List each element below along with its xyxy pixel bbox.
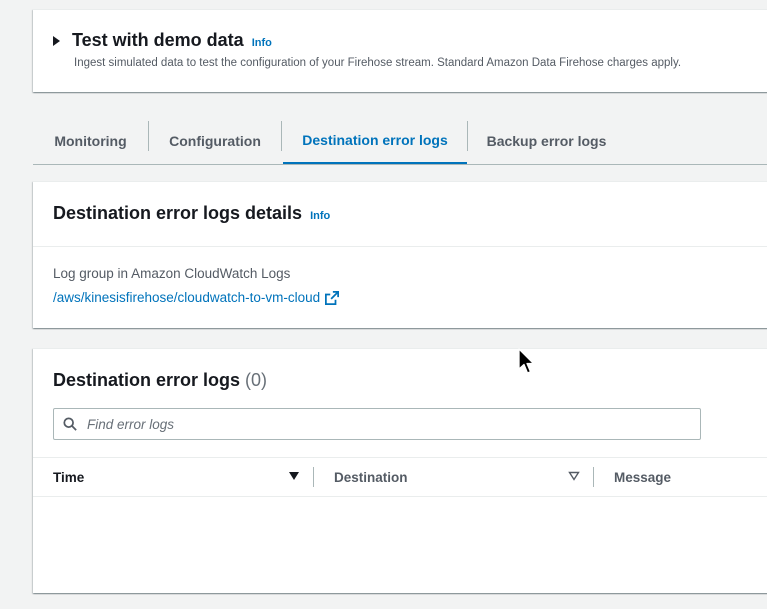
log-group-link[interactable]: /aws/kinesisfirehose/cloudwatch-to-vm-cl… [53, 290, 320, 305]
demo-data-panel: Test with demo data Info Ingest simulate… [33, 9, 767, 92]
demo-data-description: Ingest simulated data to test the config… [74, 57, 682, 69]
column-header-destination[interactable]: Destination [334, 458, 408, 496]
caret-right-icon[interactable] [53, 36, 60, 46]
search-icon [63, 417, 77, 431]
tab-monitoring[interactable]: Monitoring [33, 118, 148, 163]
details-title: Destination error logs details [53, 203, 303, 223]
demo-data-title[interactable]: Test with demo data [72, 30, 244, 51]
external-link-icon[interactable] [325, 290, 340, 305]
tab-bar: Monitoring Configuration Destination err… [33, 118, 767, 165]
demo-data-header[interactable]: Test with demo data Info [53, 30, 272, 51]
destination-error-logs-details-panel: Destination error logs details Info Log … [33, 181, 767, 328]
table-header: Time Destination Message [33, 457, 767, 497]
demo-info-link[interactable]: Info [252, 37, 272, 49]
details-header: Destination error logs details Info [33, 182, 767, 247]
column-header-message[interactable]: Message [614, 458, 671, 496]
tab-destination-error-logs[interactable]: Destination error logs [283, 118, 467, 164]
sort-descending-icon[interactable] [288, 471, 300, 481]
error-logs-title: Destination error logs [53, 370, 241, 390]
tab-backup-error-logs[interactable]: Backup error logs [468, 118, 625, 163]
details-title-row: Destination error logs details Info [53, 203, 330, 224]
details-info-link[interactable]: Info [310, 210, 330, 222]
column-header-time[interactable]: Time [53, 458, 84, 496]
mouse-cursor-icon [518, 348, 535, 374]
destination-error-logs-panel: Destination error logs (0) Time Destinat… [33, 348, 767, 593]
tab-configuration[interactable]: Configuration [149, 118, 281, 163]
log-group-label: Log group in Amazon CloudWatch Logs [53, 266, 291, 281]
sort-unsorted-icon[interactable] [568, 471, 580, 481]
error-logs-count: (0) [245, 370, 268, 390]
log-group-link-row[interactable]: /aws/kinesisfirehose/cloudwatch-to-vm-cl… [53, 290, 340, 305]
error-logs-heading: Destination error logs (0) [53, 370, 267, 391]
error-logs-search[interactable] [53, 408, 701, 440]
tab-divider [281, 121, 282, 151]
search-input[interactable] [85, 415, 689, 433]
column-resizer[interactable] [593, 467, 594, 487]
column-resizer[interactable] [313, 467, 314, 487]
